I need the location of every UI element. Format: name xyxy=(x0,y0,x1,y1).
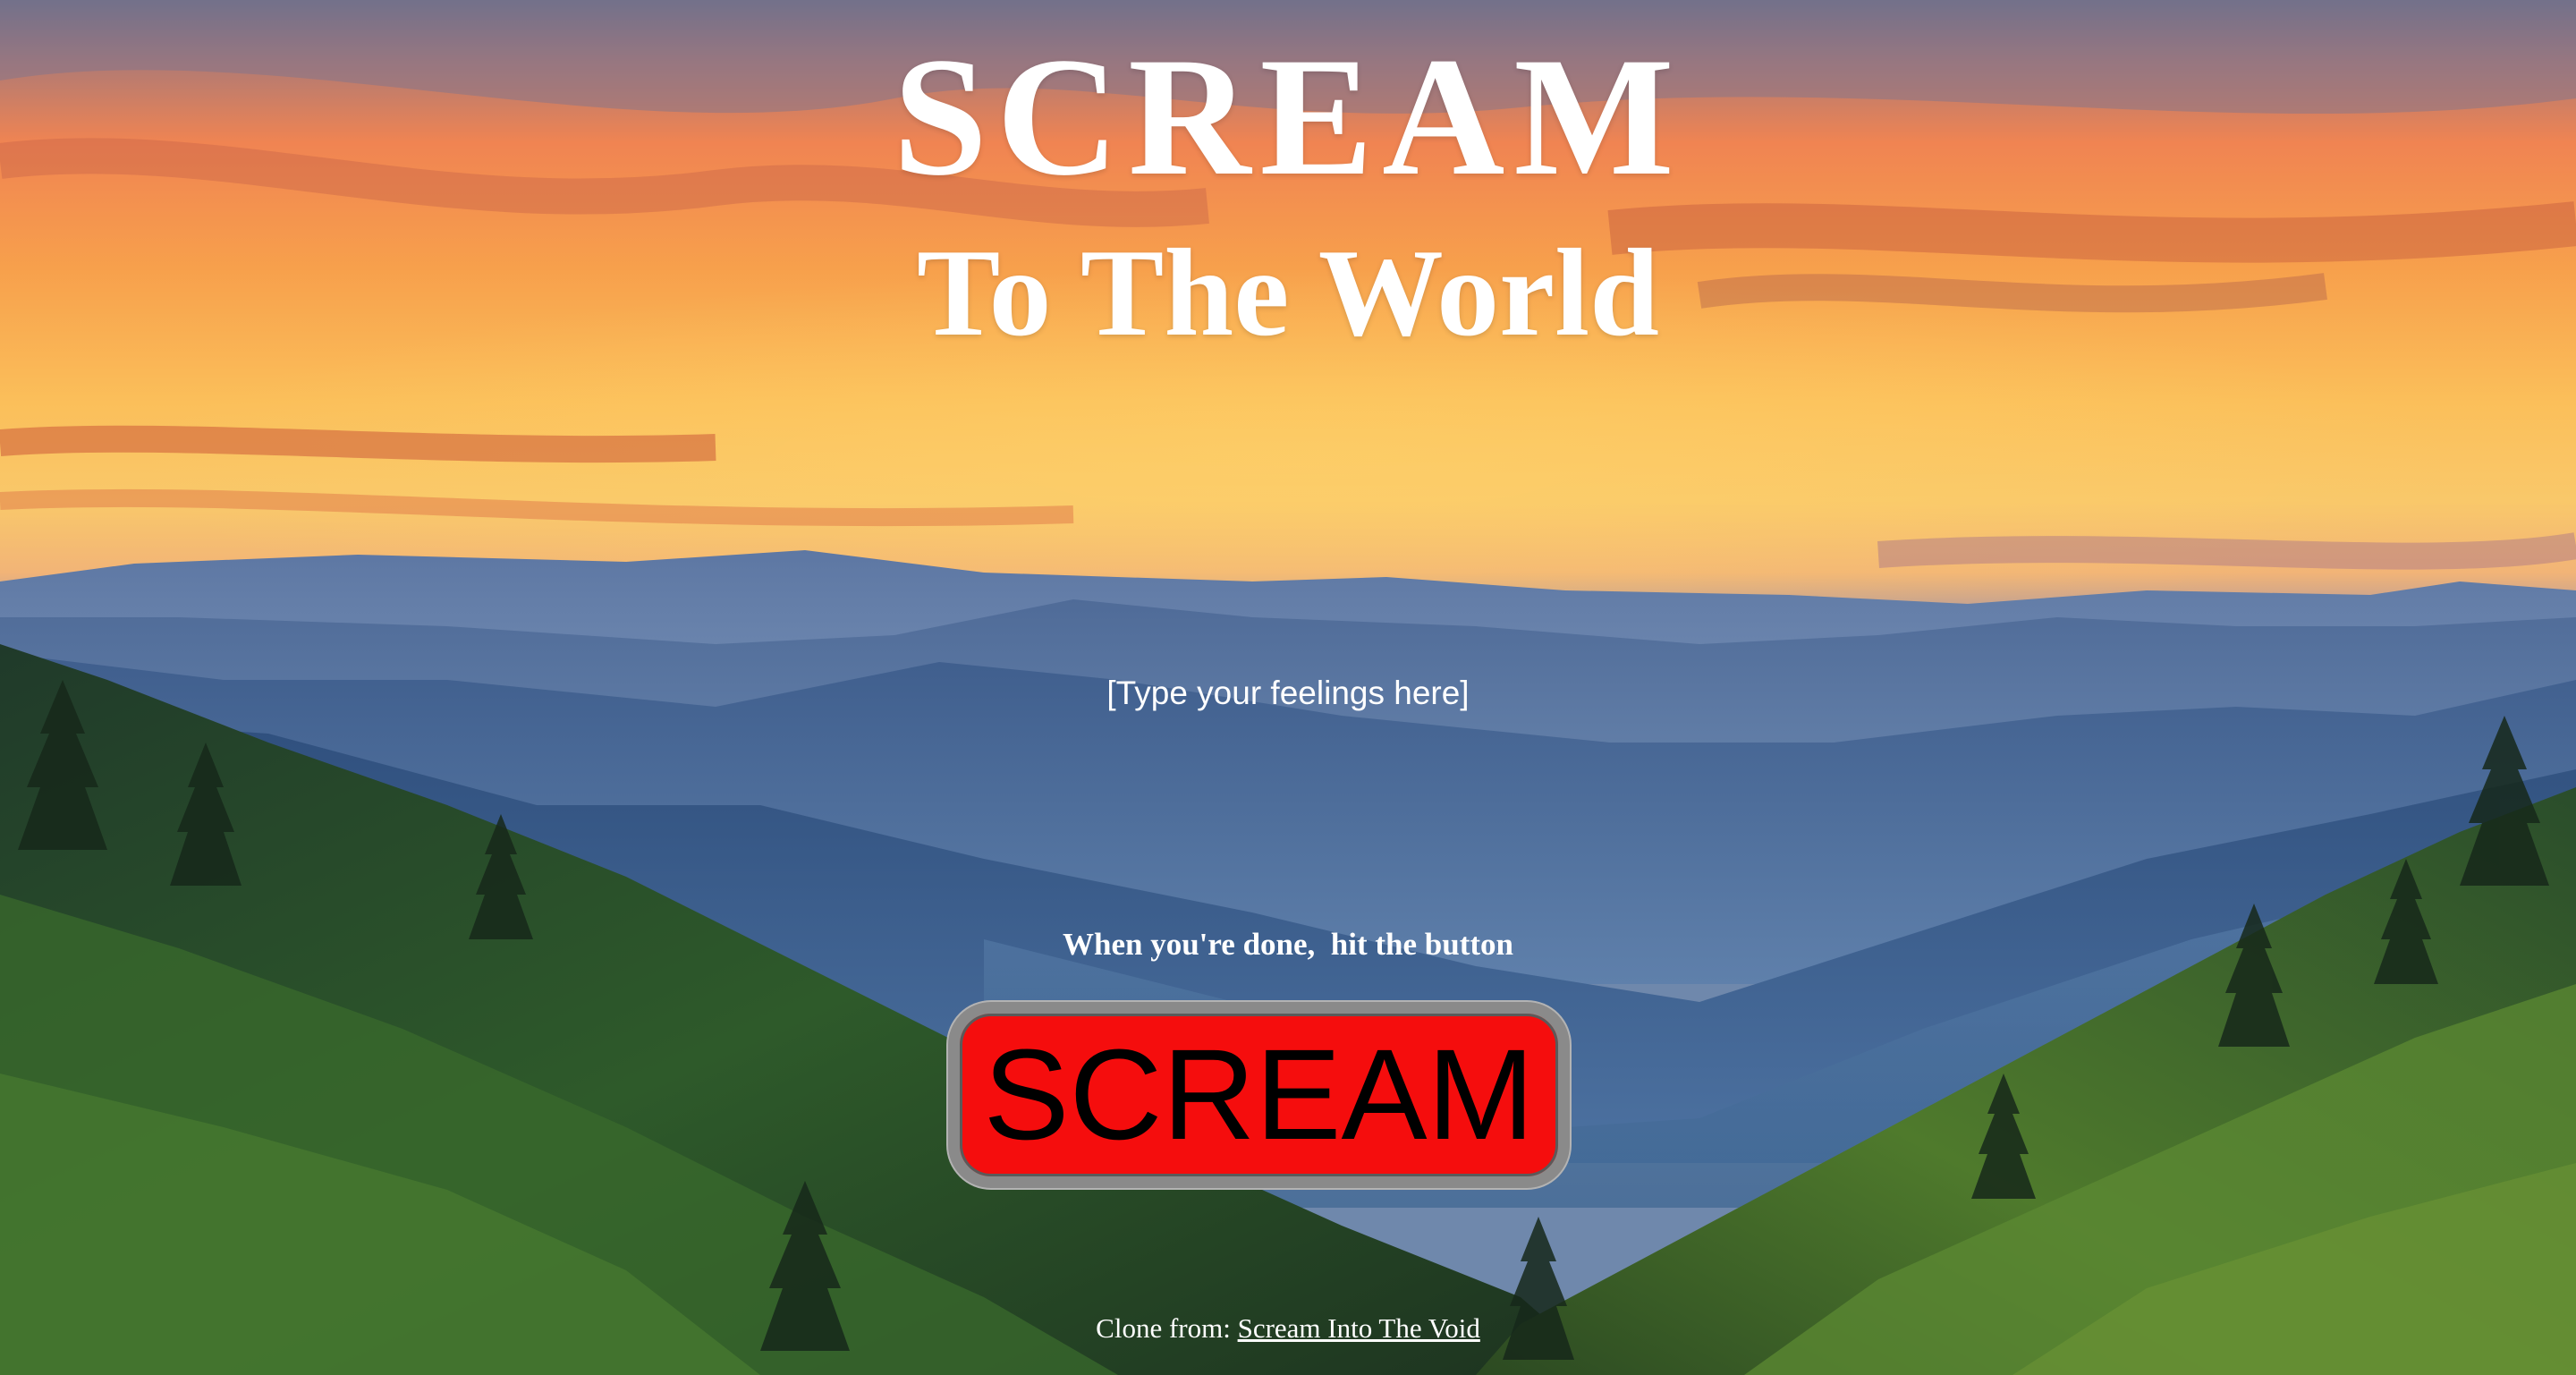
page-title: SCREAM xyxy=(893,23,1683,211)
footer: Clone from: Scream Into The Void xyxy=(0,1312,2576,1345)
footer-prefix: Clone from: xyxy=(1096,1312,1231,1344)
scream-button[interactable]: SCREAM xyxy=(948,1002,1570,1188)
scream-into-the-void-link[interactable]: Scream Into The Void xyxy=(1238,1312,1480,1344)
page-subtitle: To The World xyxy=(916,224,1660,362)
feelings-input[interactable] xyxy=(930,662,1646,725)
instruction-text: When you're done, hit the button xyxy=(1062,927,1513,962)
